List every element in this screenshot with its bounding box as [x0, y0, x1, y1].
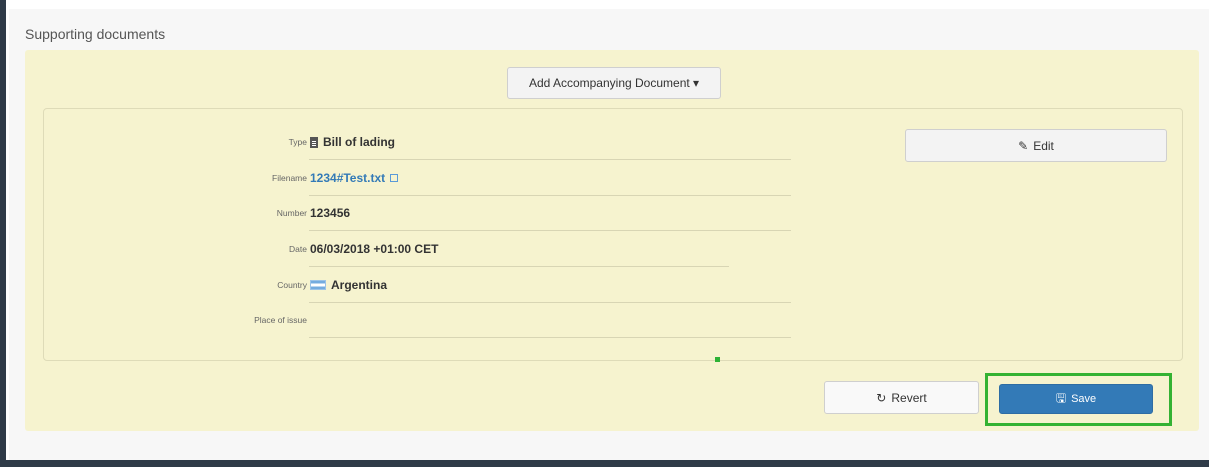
divider [309, 195, 791, 196]
bottom-frame-bar [0, 460, 1209, 467]
country-value: Argentina [331, 278, 388, 292]
divider [309, 337, 791, 338]
field-label-type: Type [288, 137, 307, 147]
type-value: Bill of lading [323, 135, 395, 149]
revert-icon: ↻ [876, 390, 887, 405]
divider [309, 266, 729, 267]
field-value-filename: 1234#Test.txt [310, 171, 399, 185]
divider [309, 230, 791, 231]
panel-title: Supporting documents [25, 26, 166, 42]
add-accompanying-document-button[interactable]: Add Accompanying Document ▾ [507, 67, 721, 99]
document-icon [310, 136, 318, 148]
add-document-label: Add Accompanying Document ▾ [528, 76, 700, 90]
field-label-country: Country [277, 280, 307, 290]
field-value-date: 06/03/2018 +01:00 CET [310, 242, 438, 256]
field-value-type: Bill of lading [310, 135, 395, 149]
field-value-number: 123456 [310, 206, 350, 220]
filename-link[interactable]: 1234#Test.txt [310, 171, 385, 185]
revert-button[interactable]: ↻ Revert [824, 381, 979, 414]
external-link-icon[interactable] [390, 174, 399, 182]
field-row-date: Date 06/03/2018 +01:00 CET [44, 234, 804, 268]
field-label-filename: Filename [272, 173, 307, 183]
field-label-place-of-issue: Place of issue [254, 315, 307, 325]
number-value: 123456 [310, 206, 351, 220]
argentina-flag-icon [310, 280, 326, 290]
edit-button[interactable]: ✎ Edit [905, 129, 1167, 162]
edit-label: Edit [1033, 138, 1054, 153]
field-row-country: Country Argentina [44, 270, 804, 304]
status-dot [715, 357, 720, 362]
field-value-country: Argentina [310, 278, 387, 292]
field-row-filename: Filename 1234#Test.txt [44, 163, 804, 197]
documents-area: Add Accompanying Document ▾ Type Bill of… [25, 50, 1199, 431]
save-icon: 🖫 [1055, 390, 1067, 405]
divider [309, 302, 791, 303]
divider [309, 159, 791, 160]
date-value: 06/03/2018 +01:00 CET [310, 242, 439, 256]
document-card: Type Bill of lading Filename 1234#Test.t… [43, 108, 1183, 361]
supporting-documents-panel: Supporting documents Add Accompanying Do… [9, 9, 1209, 460]
field-label-number: Number [276, 208, 307, 218]
edit-icon: ✎ [1018, 138, 1029, 153]
save-label: Save [1071, 393, 1097, 405]
field-label-date: Date [289, 244, 307, 254]
revert-label: Revert [891, 390, 927, 405]
field-row-number: Number 123456 [44, 198, 804, 232]
save-button[interactable]: 🖫 Save [999, 384, 1153, 414]
field-row-place-of-issue: Place of issue [44, 305, 804, 339]
left-frame-bar [0, 0, 6, 467]
field-row-type: Type Bill of lading [44, 127, 804, 161]
